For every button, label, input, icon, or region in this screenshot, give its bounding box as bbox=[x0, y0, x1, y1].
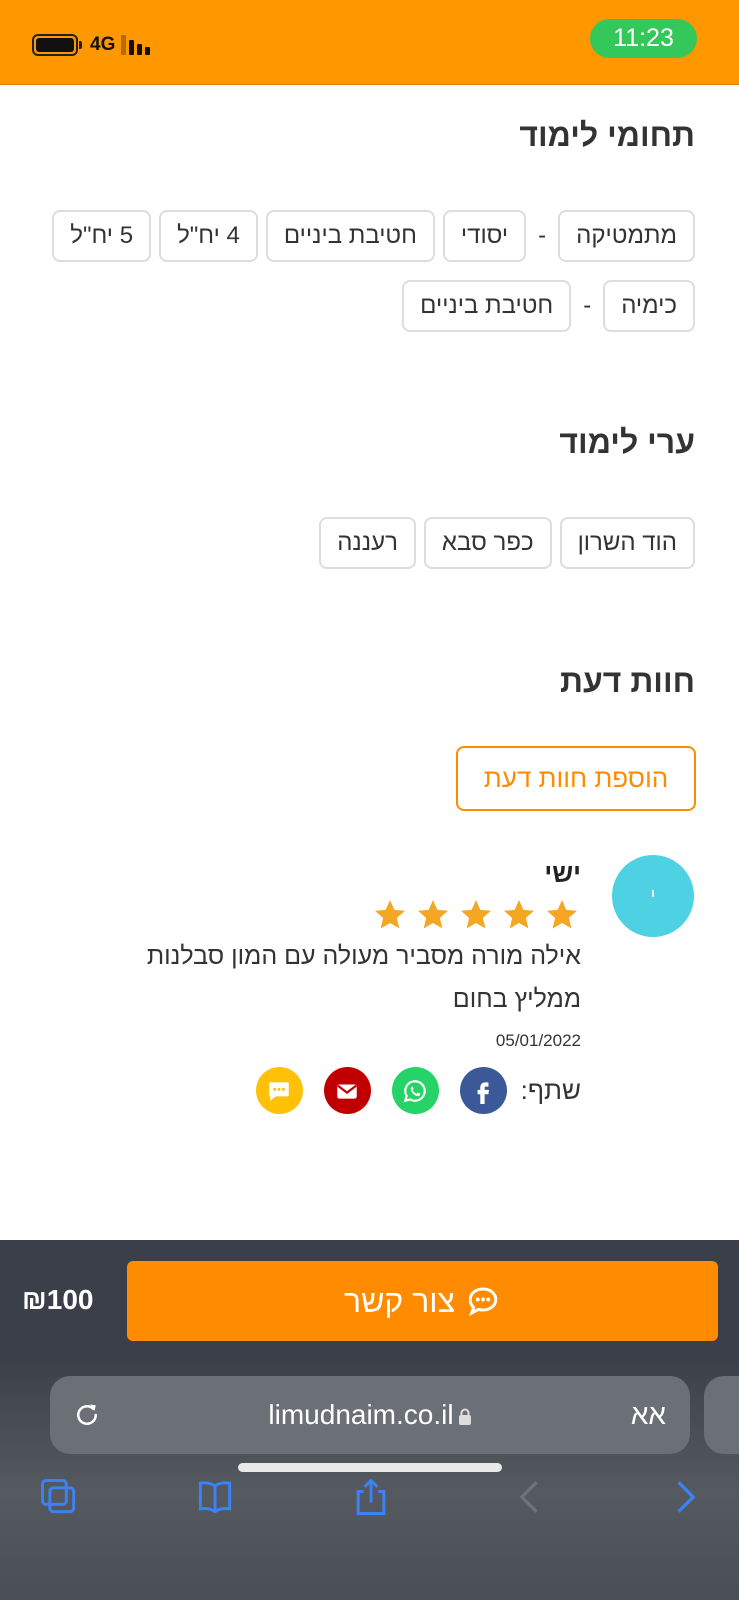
bookmarks-icon[interactable] bbox=[193, 1475, 237, 1519]
cities-list: הוד השרון כפר סבא רעננה bbox=[35, 517, 695, 569]
review-text-line: אילה מורה מסביר מעולה עם המון סבלנות bbox=[146, 942, 581, 970]
review-text-line: ממליץ בחום bbox=[452, 985, 581, 1013]
city-chip[interactable]: כפר סבא bbox=[423, 517, 552, 569]
email-icon bbox=[337, 1084, 357, 1099]
subject-chip[interactable]: 5 יח"ל bbox=[52, 210, 152, 262]
battery-icon bbox=[32, 34, 78, 56]
tabs-icon[interactable] bbox=[37, 1475, 81, 1519]
subject-chip[interactable]: 4 יח"ל bbox=[159, 210, 258, 262]
avatar: י bbox=[612, 855, 694, 937]
facebook-share-button[interactable] bbox=[459, 1067, 507, 1114]
reader-aa-button[interactable]: אא bbox=[631, 1376, 666, 1454]
star-icon bbox=[375, 900, 405, 929]
whatsapp-share-button[interactable] bbox=[391, 1067, 439, 1114]
subject-separator: - bbox=[538, 222, 547, 249]
share-row: שתף: bbox=[235, 1067, 581, 1114]
reviews-title: חוות דעת bbox=[560, 663, 695, 699]
rating-stars bbox=[366, 897, 581, 933]
email-share-button[interactable] bbox=[323, 1067, 371, 1114]
review-text: אילה מורה מסביר מעולה עם המון סבלנות ממל… bbox=[101, 935, 581, 1021]
url-display[interactable]: limudnaim.co.il bbox=[50, 1376, 690, 1454]
sms-share-button[interactable] bbox=[255, 1067, 303, 1114]
share-label: שתף: bbox=[520, 1075, 581, 1105]
contact-button[interactable]: צור קשר bbox=[127, 1261, 718, 1341]
status-indicators: 4G bbox=[32, 34, 153, 56]
status-bar: 4G 11:23 bbox=[0, 0, 739, 85]
cities-title: ערי לימוד bbox=[559, 424, 695, 460]
star-icon bbox=[504, 900, 534, 929]
contact-action-bar: ₪100 צור קשר bbox=[0, 1240, 739, 1363]
city-chip[interactable]: רעננה bbox=[319, 517, 416, 569]
star-icon bbox=[418, 900, 448, 929]
subject-separator: - bbox=[583, 292, 592, 319]
share-icon[interactable] bbox=[349, 1475, 393, 1519]
star-icon bbox=[547, 900, 577, 929]
url-text: limudnaim.co.il bbox=[268, 1399, 454, 1430]
subject-chip[interactable]: כימיה bbox=[603, 280, 695, 332]
sms-icon bbox=[269, 1081, 289, 1101]
battery-tip bbox=[79, 41, 82, 49]
subjects-title: תחומי לימוד bbox=[519, 117, 695, 153]
contact-button-label: צור קשר bbox=[343, 1282, 456, 1319]
signal-icon bbox=[121, 35, 153, 55]
network-type: 4G bbox=[90, 34, 116, 55]
review-date: 05/01/2022 bbox=[495, 1031, 581, 1050]
star-icon bbox=[461, 900, 491, 929]
browser-chrome: limudnaim.co.il אא bbox=[0, 1363, 739, 1600]
subjects-row-1: מתמטיקה - יסודי חטיבת ביניים 4 יח"ל 5 יח… bbox=[35, 210, 695, 262]
city-chip[interactable]: הוד השרון bbox=[559, 517, 695, 569]
chat-icon bbox=[468, 1287, 498, 1317]
subject-chip[interactable]: חטיבת ביניים bbox=[265, 210, 435, 262]
home-indicator bbox=[238, 1463, 502, 1472]
lock-icon bbox=[458, 1408, 471, 1425]
add-review-button[interactable]: הוספת חוות דעת bbox=[456, 746, 696, 811]
subject-chip[interactable]: יסודי bbox=[442, 210, 527, 262]
subjects-row-2: כימיה - חטיבת ביניים bbox=[35, 280, 695, 332]
next-tab-preview[interactable] bbox=[704, 1376, 739, 1454]
status-time: 11:23 bbox=[590, 19, 697, 58]
subject-chip[interactable]: מתמטיקה bbox=[558, 210, 695, 262]
facebook-icon bbox=[477, 1081, 490, 1104]
subject-chip[interactable]: חטיבת ביניים bbox=[402, 280, 572, 332]
price-label: ₪100 bbox=[22, 1284, 94, 1315]
back-icon[interactable] bbox=[509, 1475, 553, 1519]
whatsapp-icon bbox=[403, 1079, 426, 1102]
forward-icon[interactable] bbox=[662, 1475, 706, 1519]
reviewer-name: ישי bbox=[544, 858, 581, 888]
address-bar[interactable]: limudnaim.co.il אא bbox=[50, 1376, 690, 1454]
browser-toolbar bbox=[0, 1475, 739, 1535]
